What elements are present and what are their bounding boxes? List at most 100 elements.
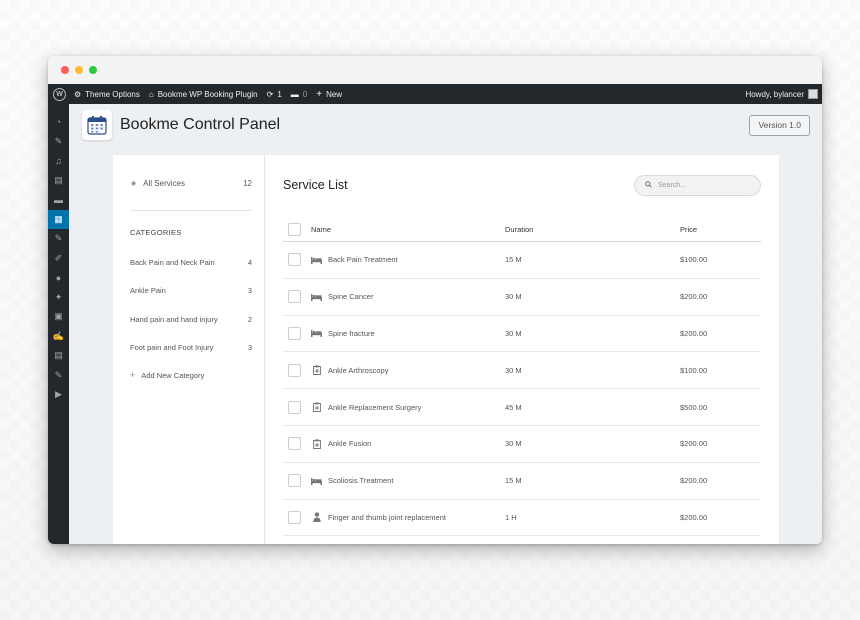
service-duration: 30 M (505, 365, 522, 375)
pin-icon[interactable]: ✎ (48, 132, 69, 152)
all-services-item[interactable]: ★ All Services 12 (130, 177, 252, 189)
gear-icon: ⚙ (74, 89, 82, 99)
column-name: Name (311, 224, 332, 234)
category-count: 2 (247, 314, 252, 324)
categories-heading: CATEGORIES (130, 228, 182, 237)
service-name: Finger and thumb joint replacement (328, 512, 446, 522)
wordpress-logo-icon[interactable]: W (53, 87, 66, 101)
wp-admin-bar: W ⚙ Theme Options ⌂ Bookme WP Booking Pl… (48, 84, 822, 104)
version-button[interactable]: Version 1.0 (749, 114, 810, 136)
settings-icon[interactable]: ▣ (48, 307, 69, 327)
brush-icon[interactable]: ✐ (48, 249, 69, 269)
bookme-logo (82, 110, 112, 140)
column-duration: Duration (505, 224, 534, 234)
search-input[interactable]: Search... (634, 174, 761, 196)
table-row[interactable]: Ankle Arthroscopy 30 M $100.00 (283, 352, 761, 390)
user-account-menu[interactable]: Howdy, bylancer (745, 89, 818, 99)
service-price: $100.00 (680, 255, 708, 265)
search-placeholder: Search... (658, 181, 687, 189)
refresh-icon: ⟳ (266, 89, 274, 99)
service-name-cell: Scoliosis Treatment (311, 476, 505, 485)
all-services-label: All Services (143, 178, 185, 188)
service-duration: 30 M (505, 328, 522, 338)
pages-icon[interactable]: ▤ (48, 171, 69, 191)
dashboard-icon[interactable]: ◔ (48, 112, 69, 132)
play-icon[interactable]: ▶ (48, 385, 69, 405)
row-checkbox[interactable] (288, 510, 301, 524)
row-checkbox[interactable] (288, 326, 301, 340)
users-icon[interactable]: ● (48, 268, 69, 288)
services-panel: ★ All Services 12 CATEGORIES Back Pain a… (113, 155, 779, 544)
theme-options-label: Theme Options (85, 89, 140, 99)
table-row[interactable]: Finger and thumb joint replacement 1 H $20… (283, 500, 761, 537)
pin-icon[interactable]: ✎ (48, 229, 69, 249)
category-item[interactable]: Back Pain and Neck Pain 4 (130, 256, 252, 268)
search-icon (645, 180, 652, 190)
categories-column: ★ All Services 12 CATEGORIES Back Pain a… (113, 155, 265, 544)
calendar-icon (87, 116, 107, 135)
browser-window: W ⚙ Theme Options ⌂ Bookme WP Booking Pl… (48, 56, 822, 544)
category-item[interactable]: Ankle Pain 3 (130, 285, 252, 297)
service-name-cell: Finger and thumb joint replacement (311, 512, 505, 523)
row-checkbox[interactable] (288, 363, 301, 377)
service-price: $200.00 (680, 292, 708, 302)
clipboard-icon (311, 365, 322, 376)
home-icon: ⌂ (148, 89, 154, 99)
media-icon[interactable]: ♫ (48, 151, 69, 171)
page-header: Bookme Control Panel Version 1.0 (82, 109, 810, 141)
table-row[interactable]: Ankle Fusion 30 M $200.00 (283, 426, 761, 463)
site-name-link[interactable]: ⌂ Bookme WP Booking Plugin (149, 90, 258, 99)
add-category-button[interactable]: + Add New Category (130, 370, 252, 380)
bed-icon (311, 255, 322, 264)
service-price: $500.00 (680, 402, 708, 412)
table-row[interactable]: Back Pain Treatment 15 M $100.00 (283, 242, 761, 279)
category-count: 4 (247, 257, 252, 267)
column-price: Price (680, 224, 698, 234)
maximize-dot[interactable] (89, 66, 97, 74)
select-all-checkbox[interactable] (288, 222, 301, 236)
service-price: $100.00 (680, 365, 708, 375)
edit-icon[interactable]: ✍ (48, 327, 69, 347)
updates-link[interactable]: ⟳ 1 (267, 90, 282, 99)
service-name: Scoliosis Treatment (328, 476, 394, 486)
service-name-cell: Spine Cancer (311, 292, 505, 301)
row-checkbox[interactable] (288, 437, 301, 451)
category-item[interactable]: Foot pain and Foot Injury 3 (130, 342, 252, 354)
category-item[interactable]: Hand pain and hand injury 2 (130, 313, 252, 325)
tools-icon[interactable]: ✦ (48, 288, 69, 308)
service-price: $200.00 (680, 512, 708, 522)
service-list-column: Service List Search... Name Duration Pri… (265, 155, 779, 544)
close-dot[interactable] (61, 66, 69, 74)
category-count: 3 (247, 286, 252, 295)
star-icon: ★ (130, 178, 138, 188)
table-row[interactable]: Ankle Replacement Surgery 45 M $500.00 (283, 389, 761, 426)
calendar-icon[interactable]: ▦ (48, 209, 73, 229)
service-name: Ankle Fusion (328, 439, 372, 449)
row-checkbox[interactable] (288, 290, 301, 304)
table-row[interactable]: Scoliosis Treatment 15 M $200.00 (283, 463, 761, 500)
service-list-title: Service List (283, 178, 348, 192)
row-checkbox[interactable] (288, 253, 301, 267)
site-name-label: Bookme WP Booking Plugin (157, 89, 258, 99)
list-icon[interactable]: ▤ (48, 346, 69, 366)
service-duration: 45 M (505, 402, 522, 412)
bed-icon (311, 329, 322, 338)
row-checkbox[interactable] (288, 474, 301, 488)
table-row[interactable]: Spine fracture 30 M $200.00 (283, 316, 761, 353)
service-duration: 1 H (505, 512, 517, 522)
service-table: Name Duration Price Back Pain Treatment 1… (283, 217, 761, 537)
window-titlebar (48, 56, 822, 84)
comments-link[interactable]: ▬ 0 (291, 90, 307, 99)
pin-icon[interactable]: ✎ (48, 366, 69, 386)
theme-options-link[interactable]: ⚙ Theme Options (74, 90, 140, 99)
table-row[interactable]: Spine Cancer 30 M $200.00 (283, 279, 761, 316)
minimize-dot[interactable] (75, 66, 83, 74)
table-header: Name Duration Price (283, 217, 761, 242)
page-title: Bookme Control Panel (120, 116, 281, 133)
category-label: Ankle Pain (130, 286, 166, 295)
clipboard-icon (311, 402, 322, 413)
new-content-link[interactable]: + New (316, 89, 342, 100)
comments-icon[interactable]: ▬ (48, 190, 69, 210)
category-count: 3 (247, 343, 252, 352)
row-checkbox[interactable] (288, 400, 301, 414)
